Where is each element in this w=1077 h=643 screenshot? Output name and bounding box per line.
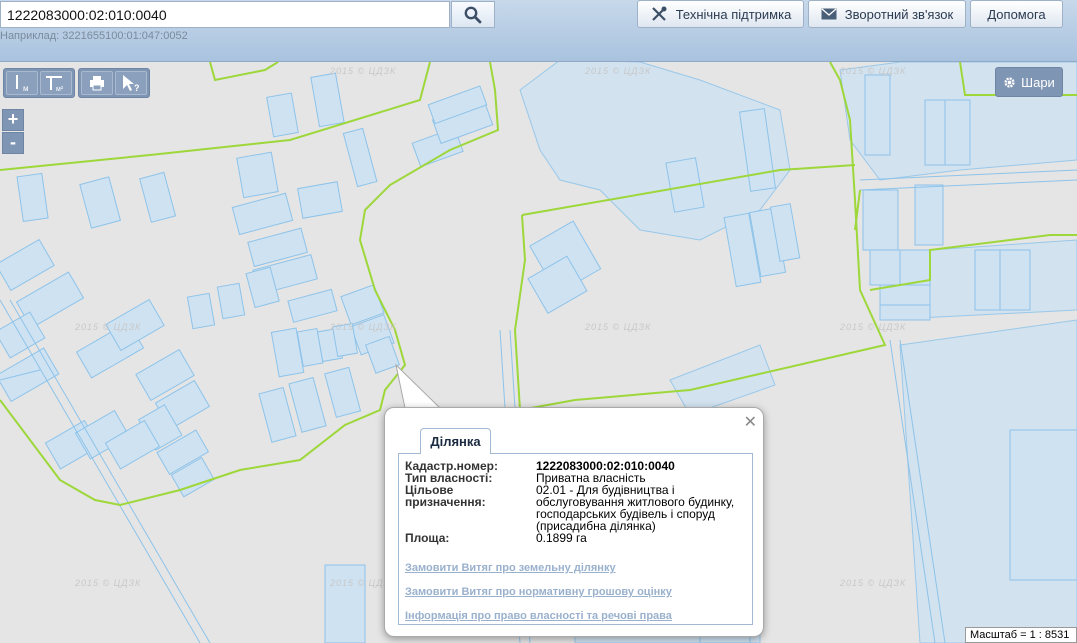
- watermark: 2015 © ЦДЗК: [840, 66, 907, 76]
- purpose-value: 02.01 - Для будівництва і обслуговування…: [536, 483, 735, 533]
- help-button[interactable]: Допомога: [970, 0, 1063, 28]
- ruler-area-icon: м²: [46, 76, 64, 93]
- svg-text:м: м: [23, 84, 29, 93]
- ruler-length-icon: м: [16, 75, 29, 93]
- measure-toolbar: м м²: [3, 68, 75, 98]
- measure-length-button[interactable]: м: [6, 71, 38, 95]
- search-icon: [464, 6, 482, 23]
- feedback-button[interactable]: Зворотний зв'язок: [808, 0, 966, 28]
- measure-area-button[interactable]: м²: [40, 71, 72, 95]
- watermark: 2015 © ЦДЗК: [330, 322, 397, 332]
- watermark: 2015 © ЦДЗК: [75, 578, 142, 588]
- watermark: 2015 © ЦДЗК: [330, 66, 397, 76]
- scale-indicator: Масштаб = 1 : 8531: [965, 627, 1077, 643]
- gear-icon: [1004, 76, 1015, 88]
- action-toolbar: ?: [78, 68, 150, 98]
- area-label: Площа:: [405, 531, 450, 545]
- cursor-question-icon: ?: [123, 75, 140, 92]
- tab-parcel[interactable]: Ділянка: [420, 428, 491, 454]
- watermark: 2015 © ЦДЗК: [840, 578, 907, 588]
- layers-label: Шари: [1021, 74, 1055, 90]
- zoom-in-button[interactable]: +: [2, 109, 24, 131]
- svg-text:?: ?: [134, 83, 140, 92]
- tech-support-label: Технічна підтримка: [675, 6, 792, 22]
- svg-text:м²: м²: [56, 86, 64, 93]
- search-hint: Наприклад: 3221655100:01:047:0052: [0, 30, 188, 42]
- watermark: 2015 © ЦДЗК: [585, 322, 652, 332]
- identify-button[interactable]: ?: [115, 71, 147, 95]
- parcel-attributes-table: Кадастр.номер: 1222083000:02:010:0040 Ти…: [405, 460, 746, 544]
- watermark: 2015 © ЦДЗК: [585, 66, 652, 76]
- area-value: 0.1899 га: [536, 531, 587, 545]
- search-button[interactable]: [451, 1, 495, 28]
- envelope-icon: [821, 8, 837, 20]
- order-land-extract-link[interactable]: Замовити Витяг про земельну ділянку: [405, 562, 746, 574]
- top-bar: Наприклад: 3221655100:01:047:0052 Техніч…: [0, 0, 1077, 62]
- close-icon[interactable]: ✕: [744, 412, 757, 432]
- parcel-details: Кадастр.номер: 1222083000:02:010:0040 Ти…: [398, 453, 753, 625]
- watermark: 2015 © ЦДЗК: [75, 322, 142, 332]
- table-row: Цільове призначення: 02.01 - Для будівни…: [405, 484, 746, 532]
- print-button[interactable]: [81, 71, 113, 95]
- tech-support-button[interactable]: Технічна підтримка: [637, 0, 804, 28]
- printer-icon: [90, 76, 104, 91]
- table-row: Площа: 0.1899 га: [405, 532, 746, 544]
- tools-icon: [651, 6, 667, 21]
- purpose-label: Цільове призначення:: [405, 483, 486, 509]
- zoom-out-button[interactable]: -: [2, 132, 24, 154]
- feedback-label: Зворотний зв'язок: [844, 6, 954, 22]
- watermark: 2015 © ЦДЗК: [840, 322, 907, 332]
- order-valuation-extract-link[interactable]: Замовити Витяг про нормативну грошову оц…: [405, 586, 746, 598]
- cadastral-search-input[interactable]: [0, 1, 450, 28]
- help-label: Допомога: [987, 6, 1046, 22]
- ownership-info-link[interactable]: Інформація про право власності та речові…: [405, 610, 746, 622]
- parcel-info-popup: ✕ Ділянка Кадастр.номер: 1222083000:02:0…: [384, 407, 764, 637]
- layers-button[interactable]: Шари: [995, 67, 1063, 97]
